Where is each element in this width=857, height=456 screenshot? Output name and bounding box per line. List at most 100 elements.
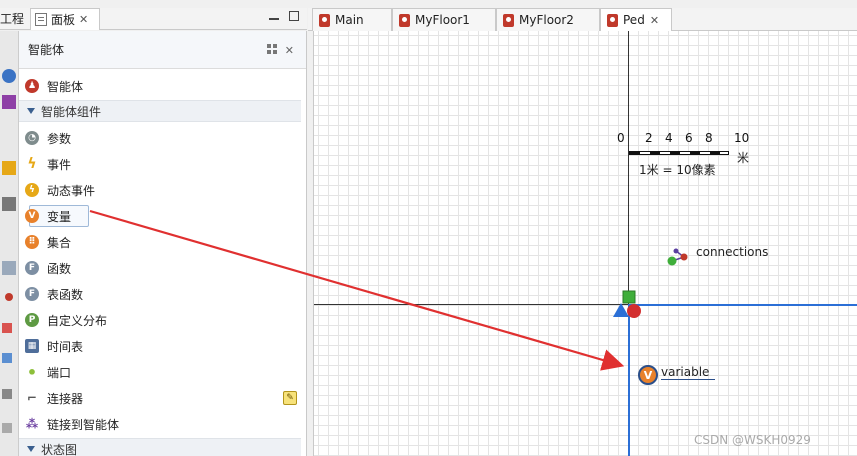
window-controls [269,11,299,21]
tab-label: Ped [623,13,645,27]
close-icon[interactable]: ✕ [285,44,294,57]
palette-item-label: 事件 [47,157,72,172]
palette-header: 智能体 ✕ [19,31,306,69]
app-window: 工程 面板 ✕ 智能体 ✕ ♟ 智能体 智能体组件 ◔ 参数 ϟ 事件 ϟ 动态… [0,0,857,456]
palette-icon [35,13,47,26]
y-axis-line [628,31,629,304]
side-tool-icon[interactable] [5,293,13,301]
palette-item-label: 函数 [47,261,72,276]
palette-item-event[interactable]: ϟ 事件 [25,153,71,175]
side-tool-icon[interactable] [2,261,16,275]
section-agent-components[interactable]: 智能体组件 [19,100,301,122]
palette-item-label: 变量 [47,209,72,224]
palette-item-label: 参数 [47,131,72,146]
palette-item-label: 表函数 [47,287,84,302]
palette-item-parameter[interactable]: ◔ 参数 [25,127,71,149]
section-label: 状态图 [41,442,78,456]
scale-note: 1米 = 10像素 [639,163,716,177]
palette-item-table-function[interactable]: F 表函数 [25,283,83,305]
section-statechart[interactable]: 状态图 [19,438,301,456]
parameter-icon: ◔ [25,131,39,145]
side-tool-icon[interactable] [2,69,16,83]
scale-tick-label: 10 [734,131,750,145]
palette-item-connector[interactable]: ⌐ 连接器 [25,387,83,409]
distribution-icon: P [25,313,39,327]
palette-item-label: 端口 [47,365,72,380]
tab-label: MyFloor2 [519,13,574,27]
scale-ruler[interactable] [629,151,729,155]
variable-element-label[interactable]: variable [661,365,716,380]
scale-unit-label: 米 [737,151,750,165]
left-tab-bar: 工程 面板 ✕ [0,8,307,30]
palette-item-dynamic-event[interactable]: ϟ 动态事件 [25,179,95,201]
palette-item-link-to-agent[interactable]: ⁂ 链接到智能体 [25,413,119,435]
link-to-agent-icon: ⁂ [25,417,39,431]
frame-boundary-horizontal [628,304,857,306]
agent-icon [607,13,618,27]
side-tool-icon[interactable] [2,389,12,399]
palette-item-custom-distribution[interactable]: P 自定义分布 [25,309,107,331]
palette-item-port[interactable]: • 端口 [25,361,71,383]
side-tool-icon[interactable] [2,161,16,175]
side-tool-icon[interactable] [2,323,12,333]
tab-myfloor2[interactable]: MyFloor2 [496,8,600,31]
graphical-editor-canvas[interactable]: 0 2 4 6 8 10 米 1米 = 10像素 connections V v… [313,31,857,456]
tab-label: MyFloor1 [415,13,470,27]
section-label: 智能体组件 [41,104,102,119]
pencil-icon[interactable]: ✎ [283,391,297,405]
side-tool-icon[interactable] [2,353,12,363]
collection-icon: ⠿ [25,235,39,249]
variable-element-icon[interactable]: V [638,365,658,385]
close-icon[interactable]: ✕ [650,14,659,27]
agent-icon [319,13,330,27]
scale-tick-label: 2 [645,131,653,145]
palette-item-collection[interactable]: ⠿ 集合 [25,231,71,253]
agent-icon: ♟ [25,79,39,93]
watermark: CSDN @WSKH0929 [694,433,811,447]
palette-item-function[interactable]: F 函数 [25,257,71,279]
tab-label: Main [335,13,364,27]
agent-icon [399,13,410,27]
tab-project[interactable]: 工程 [0,10,24,27]
scale-tick-label: 0 [617,131,625,145]
palette-item-label: 链接到智能体 [47,417,120,432]
palette-item-agent[interactable]: ♟ 智能体 [25,75,83,97]
side-tool-icon[interactable] [2,95,16,109]
side-toolbar [0,31,19,456]
agent-origin-icon[interactable] [609,289,645,321]
minimize-icon[interactable] [269,18,279,20]
palette-item-label: 动态事件 [47,183,96,198]
scale-tick-label: 6 [685,131,693,145]
schedule-icon: ▦ [25,339,39,353]
tab-ped[interactable]: Ped ✕ [600,8,672,31]
tab-main[interactable]: Main [312,8,392,31]
frame-boundary-vertical [628,304,630,456]
side-tool-icon[interactable] [2,423,12,433]
connector-icon: ⌐ [26,391,38,405]
collapse-triangle-icon [27,446,35,452]
palette-item-label: 智能体 [47,79,84,94]
maximize-icon[interactable] [289,11,299,21]
table-function-icon: F [25,287,39,301]
palette-item-label: 连接器 [47,391,84,406]
dynamic-event-icon: ϟ [25,183,39,197]
function-icon: F [25,261,39,275]
agent-icon [503,13,514,27]
palette-item-label: 自定义分布 [47,313,108,328]
palette-panel: 智能体 ✕ ♟ 智能体 智能体组件 ◔ 参数 ϟ 事件 ϟ 动态事件 V 变量 … [19,31,307,456]
tab-myfloor1[interactable]: MyFloor1 [392,8,496,31]
palette-item-schedule[interactable]: ▦ 时间表 [25,335,83,357]
side-tool-icon[interactable] [2,197,16,211]
palette-item-variable[interactable]: V 变量 [25,205,89,227]
close-icon[interactable]: ✕ [79,13,88,26]
connections-icon[interactable] [666,245,696,267]
editor-tab-bar: Main MyFloor1 MyFloor2 Ped ✕ [308,8,857,31]
event-icon: ϟ [27,156,37,172]
port-icon: • [26,362,38,382]
tab-palette[interactable]: 面板 ✕ [30,8,100,30]
palette-title: 智能体 [28,43,65,57]
view-grid-icon[interactable] [266,44,277,54]
connections-label[interactable]: connections [696,245,768,259]
variable-icon: V [25,209,39,223]
scale-tick-label: 8 [705,131,713,145]
